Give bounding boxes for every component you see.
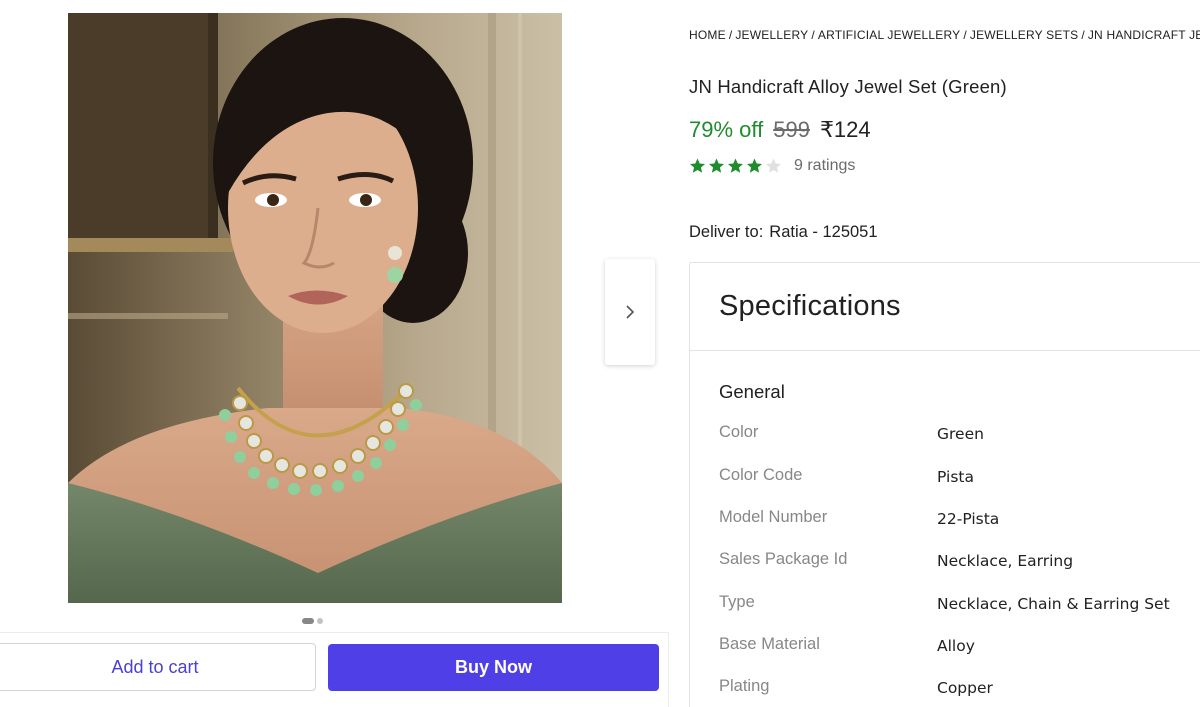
discount-percent: 79% off [689,117,764,142]
add-to-cart-button[interactable]: Add to cart [0,643,316,691]
breadcrumb-jewellery[interactable]: JEWELLERY [735,28,808,42]
spec-key: Color Code [719,466,803,484]
spec-key: Type [719,593,755,611]
spec-value: Necklace, Earring [937,552,1074,570]
spec-value: Copper [937,679,993,697]
spec-value: Necklace, Chain & Earring Set [937,595,1170,613]
next-image-button[interactable] [605,259,655,365]
buy-now-button[interactable]: Buy Now [328,644,659,691]
breadcrumb-brand[interactable]: JN HANDICRAFT JEW [1088,28,1200,42]
carousel-dot-active[interactable] [302,618,314,624]
spec-key: Plating [719,677,770,695]
divider [668,632,669,707]
model-wearing-necklace-illustration [68,13,562,603]
divider [0,632,668,633]
deliver-label: Deliver to: [689,223,764,241]
spec-value: Green [937,425,984,443]
spec-row-type: Type Necklace, Chain & Earring Set [719,593,1199,613]
star-filled-icon [690,158,705,173]
product-page: Add to cart Buy Now HOME / JEWELLERY / ARTIF… [0,0,1200,707]
rating-row[interactable]: 9 ratings [688,157,855,175]
star-filled-icon [709,158,724,173]
deliver-pincode: Ratia - 125051 [769,223,878,241]
star-empty-icon [766,158,781,173]
carousel-dot[interactable] [317,618,323,624]
original-price: 599 [773,117,810,142]
spec-value: Pista [937,468,974,486]
breadcrumb-artificial-jewellery[interactable]: ARTIFICIAL JEWELLERY [818,28,961,42]
spec-key: Base Material [719,635,820,653]
spec-row-color-code: Color Code Pista [719,466,1199,486]
specifications-card: Specifications General Color Green Color… [689,262,1200,707]
spec-section-general: General [719,381,785,402]
spec-row-color: Color Green [719,423,1199,443]
spec-row-plating: Plating Copper [719,677,1199,697]
rating-stars [688,157,783,175]
spec-row-sales-package: Sales Package Id Necklace, Earring [719,550,1199,570]
spec-row-model-number: Model Number 22-Pista [719,508,1199,528]
spec-key: Color [719,423,759,441]
spec-key: Sales Package Id [719,550,848,568]
breadcrumb-home[interactable]: HOME [689,28,726,42]
breadcrumb: HOME / JEWELLERY / ARTIFICIAL JEWELLERY / JEWE… [689,28,1200,42]
specifications-header: Specifications [690,263,1200,351]
breadcrumb-jewellery-sets[interactable]: JEWELLERY SETS [970,28,1078,42]
spec-row-base-material: Base Material Alloy [719,635,1199,655]
ratings-count: 9 ratings [794,157,856,174]
spec-value: 22-Pista [937,510,1000,528]
selling-price: ₹124 [819,117,871,142]
chevron-right-icon [626,305,635,319]
spec-value: Alloy [937,637,975,655]
carousel-dots [302,618,323,624]
star-filled-icon [728,158,743,173]
delivery-location[interactable]: Deliver to: Ratia - 125051 [689,223,878,242]
price-row: 79% off 599 ₹124 [689,117,871,143]
product-title: JN Handicraft Alloy Jewel Set (Green) [689,76,1007,97]
spec-key: Model Number [719,508,828,526]
star-filled-icon [747,158,762,173]
specifications-heading: Specifications [719,290,901,322]
product-image[interactable] [68,13,562,603]
